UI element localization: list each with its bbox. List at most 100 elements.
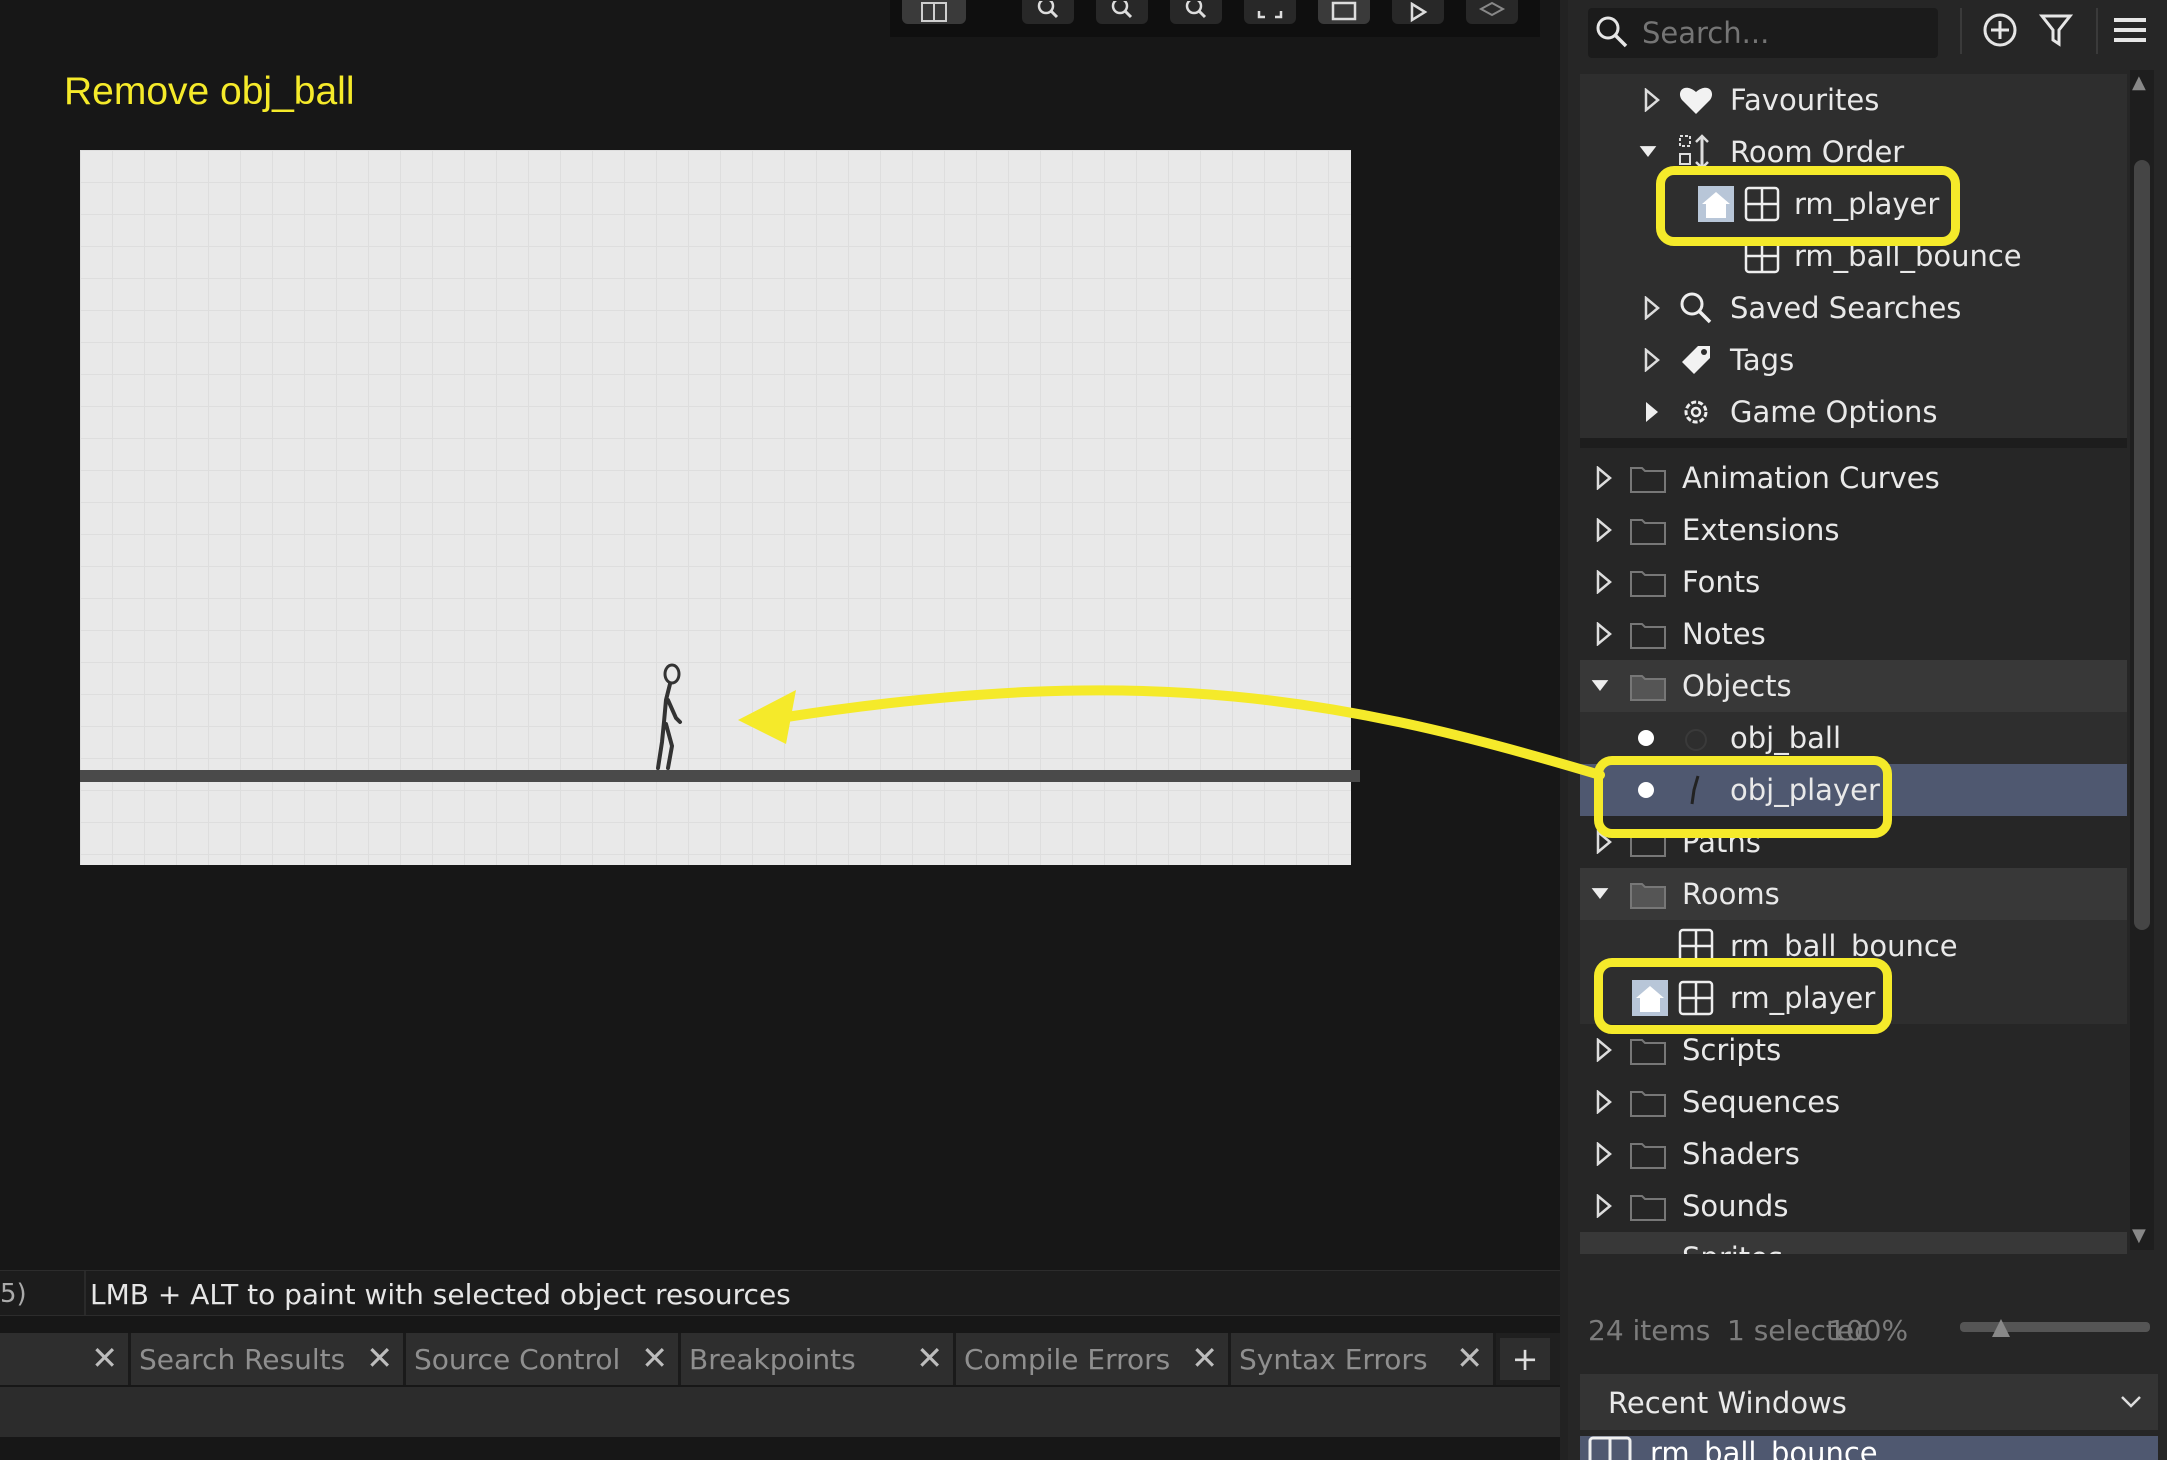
item-count: 24 items: [1588, 1314, 1711, 1347]
asset-tree: Favourites Room Order rm_player rm_ball_…: [1580, 74, 2127, 1254]
gear-icon: [1684, 400, 1708, 424]
scroll-up-icon[interactable]: ▲: [2132, 72, 2146, 93]
close-icon[interactable]: ✕: [641, 1339, 668, 1377]
caret-right-icon[interactable]: [1642, 88, 1662, 112]
folder-icon: [1630, 519, 1666, 545]
layers-icon[interactable]: [1466, 0, 1518, 24]
tree-item-label: Animation Curves: [1682, 461, 1940, 495]
tab-output[interactable]: ✕: [0, 1333, 131, 1385]
caret-down-icon[interactable]: [1590, 674, 1610, 698]
folder-open-icon: [1630, 675, 1666, 701]
search-input[interactable]: [1640, 12, 1934, 54]
tree-item-label: Room Order: [1730, 135, 1905, 169]
bullet-icon: [1638, 730, 1654, 746]
room-toolbar: [890, 0, 1540, 37]
menu-icon[interactable]: [2108, 8, 2152, 52]
tree-folder-notes[interactable]: Notes: [1580, 608, 2127, 660]
close-icon[interactable]: ✕: [1191, 1339, 1218, 1377]
zoom-in-icon[interactable]: [1022, 0, 1074, 24]
zoom-out-icon[interactable]: [1096, 0, 1148, 24]
annotation-title: Remove obj_ball: [64, 70, 355, 113]
room-order-icon: [1679, 134, 1709, 170]
status-bar: 5) LMB + ALT to paint with selected obje…: [0, 1270, 1560, 1316]
folder-icon: [1630, 571, 1666, 597]
caret-right-icon[interactable]: [1594, 1038, 1614, 1062]
folder-icon: [1630, 1195, 1666, 1221]
tag-icon: [1682, 346, 1710, 374]
filter-icon[interactable]: [2034, 8, 2078, 52]
tree-folder-extensions[interactable]: Extensions: [1580, 504, 2127, 556]
tree-folder-animation-curves[interactable]: Animation Curves: [1580, 452, 2127, 504]
fit-view-icon[interactable]: [1244, 0, 1296, 24]
play-icon[interactable]: [1392, 0, 1444, 24]
section-divider: [1580, 438, 2127, 448]
add-tab-button[interactable]: +: [1500, 1338, 1550, 1380]
caret-down-icon[interactable]: [1638, 140, 1658, 164]
caret-right-icon[interactable]: [1594, 1142, 1614, 1166]
folder-open-icon: [1630, 883, 1666, 909]
tree-item-tags[interactable]: Tags: [1580, 334, 2127, 386]
tab-syntax-errors[interactable]: Syntax Errors ✕: [1231, 1333, 1496, 1385]
frame-icon[interactable]: [1318, 0, 1370, 24]
tree-item-label: Sprites: [1682, 1241, 1783, 1254]
tree-folder-sounds[interactable]: Sounds: [1580, 1180, 2127, 1232]
caret-right-icon[interactable]: [1594, 622, 1614, 646]
caret-right-icon[interactable]: [1642, 296, 1662, 320]
close-icon[interactable]: ✕: [91, 1339, 118, 1377]
tree-item-label: Objects: [1682, 669, 1792, 703]
caret-right-icon[interactable]: [1642, 400, 1662, 424]
scroll-down-icon[interactable]: ▼: [2132, 1225, 2146, 1246]
toolbar-divider: [2096, 8, 2098, 54]
close-icon[interactable]: ✕: [916, 1339, 943, 1377]
zoom-slider-handle[interactable]: [1990, 1317, 2012, 1339]
tab-label: Compile Errors: [964, 1343, 1171, 1376]
tab-search-results[interactable]: Search Results ✕: [131, 1333, 406, 1385]
caret-right-icon[interactable]: [1594, 518, 1614, 542]
tree-item-saved-searches[interactable]: Saved Searches: [1580, 282, 2127, 334]
caret-right-icon[interactable]: [1594, 1194, 1614, 1218]
tree-item-game-options[interactable]: Game Options: [1580, 386, 2127, 438]
room-editor: Remove obj_ball 5) LMB + ALT to paint wi…: [0, 0, 1568, 1460]
caret-right-icon[interactable]: [1594, 1090, 1614, 1114]
tree-item-label: Fonts: [1682, 565, 1761, 599]
add-resource-icon[interactable]: [1978, 8, 2022, 52]
scrollbar-thumb[interactable]: [2134, 160, 2150, 930]
grid-view-icon[interactable]: [902, 0, 966, 24]
folder-icon: [1630, 1143, 1666, 1169]
tree-item-label: Sequences: [1682, 1085, 1841, 1119]
tab-label: Breakpoints: [689, 1343, 856, 1376]
tree-item-favourites[interactable]: Favourites: [1580, 74, 2127, 126]
recent-window-item[interactable]: rm_ball_bounce: [1580, 1436, 2158, 1460]
tree-folder-shaders[interactable]: Shaders: [1580, 1128, 2127, 1180]
recent-windows-header[interactable]: Recent Windows: [1580, 1374, 2158, 1430]
tree-folder-rooms[interactable]: Rooms: [1580, 868, 2127, 920]
tree-item-label: Game Options: [1730, 395, 1938, 429]
tab-source-control[interactable]: Source Control ✕: [406, 1333, 681, 1385]
room-canvas[interactable]: [80, 150, 1351, 865]
tree-folder-fonts[interactable]: Fonts: [1580, 556, 2127, 608]
tree-item-label: Tags: [1730, 343, 1795, 377]
caret-right-icon[interactable]: [1594, 570, 1614, 594]
zoom-slider[interactable]: [1960, 1322, 2150, 1332]
caret-right-icon[interactable]: [1642, 348, 1662, 372]
folder-icon: [1630, 467, 1666, 493]
ground-platform: [80, 770, 1360, 782]
tab-breakpoints[interactable]: Breakpoints ✕: [681, 1333, 956, 1385]
tab-compile-errors[interactable]: Compile Errors ✕: [956, 1333, 1231, 1385]
caret-down-icon[interactable]: [1590, 882, 1610, 906]
close-icon[interactable]: ✕: [1456, 1339, 1483, 1377]
status-hint: LMB + ALT to paint with selected object …: [90, 1278, 791, 1311]
search-icon: [1596, 16, 1628, 48]
highlight-rooms-rm-player: [1594, 958, 1892, 1034]
zoom-reset-icon[interactable]: [1170, 0, 1222, 24]
close-icon[interactable]: ✕: [366, 1339, 393, 1377]
status-divider: [84, 1271, 86, 1315]
tree-item-label: obj_ball: [1730, 721, 1842, 755]
caret-right-icon[interactable]: [1594, 466, 1614, 490]
tree-item-label: Notes: [1682, 617, 1766, 651]
tree-item-label: Favourites: [1730, 83, 1880, 117]
tree-folder-sprites[interactable]: Sprites: [1580, 1232, 2127, 1254]
chevron-down-icon[interactable]: [2118, 1388, 2144, 1414]
tree-folder-sequences[interactable]: Sequences: [1580, 1076, 2127, 1128]
tree-folder-objects[interactable]: Objects: [1580, 660, 2127, 712]
